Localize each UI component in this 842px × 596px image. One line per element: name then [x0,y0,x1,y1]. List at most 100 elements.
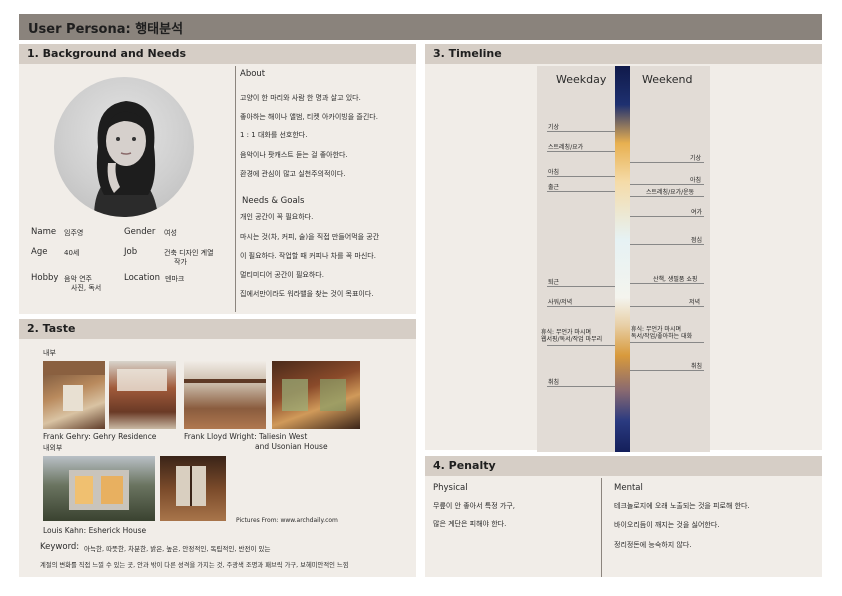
penalty-header: 4. Penalty [425,456,822,476]
needs-line: 멀티미디어 공간이 필요하다. [240,271,324,279]
about-line: 환경에 관심이 많고 실천주의적이다. [240,170,346,178]
physical-heading: Physical [433,483,468,493]
weekday-event: 퇴근 [548,279,560,286]
persona-avatar [54,77,194,217]
gender-label: Gender [124,227,156,237]
exterior-label: 내외부 [43,444,63,452]
weekday-event: 스트레칭/요가 [548,144,584,151]
gehry-photo-2 [109,361,176,429]
timeline-heading: 3. Timeline [433,47,502,60]
weekend-tick [630,244,704,245]
weekday-tick [547,176,615,177]
weekend-tick [630,283,704,284]
photo-credit: Pictures From: www.archdaily.com [236,517,338,524]
weekend-tick [630,162,704,163]
job-label: Job [124,247,138,257]
taste-panel: 2. Taste [19,319,416,577]
background-heading: 1. Background and Needs [27,47,187,60]
weekday-label: Weekday [556,73,607,86]
timeline-header: 3. Timeline [425,44,822,64]
weekday-tick [547,386,615,387]
caption-wright-line-1: Frank Lloyd Wright: Taliesin West [184,432,308,441]
needs-line: 개인 공간이 꼭 필요하다. [240,213,314,221]
needs-line: 마시는 것(차, 커피, 술)을 직접 만들어먹을 공간 [240,233,380,241]
weekend-tick [630,184,704,185]
wright-photo-1 [184,361,266,429]
weekend-event: 취침 [691,363,703,370]
kahn-photo-1 [43,456,155,521]
name-label: Name [31,227,57,237]
time-of-day-gradient-bar [615,66,630,452]
page-title: User Persona: 행태분석 [28,22,184,37]
weekday-event: 기상 [548,124,560,131]
about-line: 음악이나 팟캐스트 듣는 걸 좋아한다. [240,151,348,159]
weekend-tick [630,306,704,307]
about-line: 고양이 한 마리와 사람 한 명과 살고 있다. [240,94,361,102]
mental-heading: Mental [614,483,643,493]
about-line: 좋아하는 해이나 앨범, 티켓 아카이빙을 즐긴다. [240,113,378,121]
weekday-event: 휴식: 무언가 마시며 [541,329,591,336]
keyword-label: Keyword: [40,542,80,552]
weekend-event: 점심 [691,237,703,244]
hobby-label: Hobby [31,273,59,283]
weekday-tick [547,151,615,152]
name-value: 임주영 [64,229,84,237]
penalty-panel: 4. Penalty [425,456,822,577]
about-heading: About [240,69,266,79]
weekend-tick [630,216,704,217]
gehry-photo-1 [43,361,105,429]
background-header: 1. Background and Needs [19,44,416,64]
keyword-text: 아늑한, 따뜻한, 차분한, 밝은, 높은, 안정적인, 독립적인, 반전이 있… [84,545,271,553]
caption-kahn: Louis Kahn: Esherick House [43,526,147,535]
weekend-event: 저녁 [689,299,701,306]
penalty-heading: 4. Penalty [433,459,496,472]
mental-line: 바이오리듬이 깨지는 것을 싫어한다. [614,521,720,529]
mental-line: 정리정돈에 능숙하지 않다. [614,541,692,549]
wright-photo-2 [272,361,360,429]
weekend-label: Weekend [642,73,693,86]
location-value: 덴마크 [165,275,185,283]
caption-wright-line-2: and Usonian House [255,442,328,451]
weekday-event: 아침 [548,169,560,176]
needs-line: 집에서만이라도 워라밸을 찾는 것이 목표이다. [240,290,374,298]
kahn-photo-2 [160,456,226,521]
title-bar: User Persona: 행태분석 [19,14,822,40]
physical-line: 많은 계단은 피해야 한다. [433,520,507,528]
needs-line: 이 필요하다. 작업할 때 커피나 차를 꼭 마신다. [240,252,376,260]
weekend-event: 아침 [690,177,702,184]
weekday-tick [547,131,615,132]
weekday-event: 사워/저녁 [548,299,573,306]
interior-label: 내부 [43,349,56,357]
weekday-event: 출근 [548,184,560,191]
weekend-event: 스트레칭/요가/운동 [646,189,695,196]
penalty-divider [601,478,602,577]
weekday-event: 웹서핑/독서/작업 마무리 [541,336,603,343]
physical-line: 무릎이 안 좋아서 특정 가구, [433,502,515,510]
job-value-line-2: 작가 [174,258,187,266]
weekday-tick [547,345,615,346]
taste-header: 2. Taste [19,319,416,339]
caption-gehry: Frank Gehry: Gehry Residence [43,432,157,441]
weekday-event: 취침 [548,379,560,386]
background-divider [235,66,236,312]
weekday-tick [547,306,615,307]
hobby-value-line-2: 사진, 독서 [71,284,102,292]
age-label: Age [31,247,48,257]
weekend-event: 휴식: 무언가 마시며 [631,326,681,333]
gender-value: 여성 [164,229,177,237]
weekend-event: 독서/작업/좋아하는 대화 [631,333,693,340]
weekend-tick [630,196,704,197]
weekend-event: 기상 [690,155,702,162]
taste-heading: 2. Taste [27,322,76,335]
weekend-event: 여가 [691,209,703,216]
job-value-line-1: 건축 디자인 계열 [164,249,214,257]
weekday-tick [547,286,615,287]
weekend-tick [630,342,704,343]
taste-summary: 계절의 변화를 직접 느낄 수 있는 곳, 안과 밖이 다른 성격을 가지는 것… [40,562,349,569]
needs-heading: Needs & Goals [242,196,305,206]
mental-line: 테크놀로지에 오래 노출되는 것을 피로해 한다. [614,502,750,510]
weekend-tick [630,370,704,371]
about-line: 1 : 1 대화를 선호한다. [240,131,308,139]
weekend-event: 산책, 생필품 쇼핑 [653,276,698,283]
location-label: Location [124,273,160,283]
